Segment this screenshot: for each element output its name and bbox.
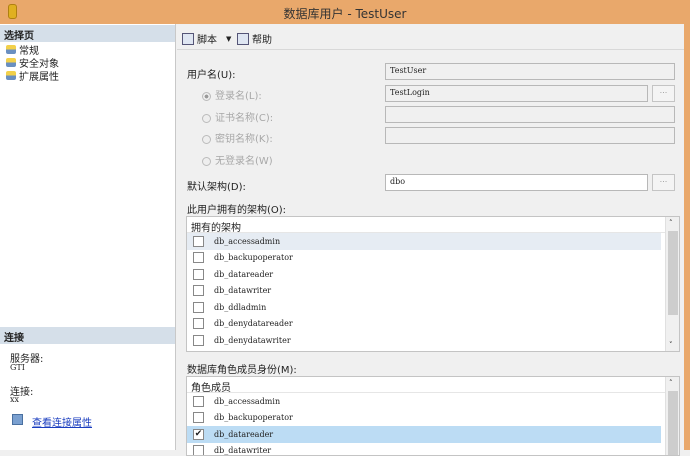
connection-properties-icon xyxy=(12,414,23,425)
item-name: db_datareader xyxy=(214,270,273,279)
owned-schemas-label: 此用户拥有的架构(O): xyxy=(187,201,286,216)
login-browse-button[interactable]: ... xyxy=(652,85,675,102)
radio-indicator xyxy=(202,114,211,123)
connection-value: xx xyxy=(10,395,19,404)
page-icon xyxy=(6,58,16,67)
item-name: db_backupoperator xyxy=(214,253,293,262)
item-name: db_denydatareader xyxy=(214,319,293,328)
list-item[interactable]: db_denydatawriter xyxy=(187,332,661,349)
scrollbar[interactable]: ˄ xyxy=(665,377,679,455)
help-icon xyxy=(237,33,249,45)
window-title: 数据库用户 - TestUser xyxy=(0,5,690,22)
default-schema-label: 默认架构(D): xyxy=(187,178,246,193)
radio-indicator xyxy=(202,157,211,166)
window-border xyxy=(684,24,690,450)
server-value: GTI xyxy=(10,363,25,372)
login-radio[interactable]: 登录名(L): xyxy=(202,87,262,102)
nologin-label: 无登录名(W) xyxy=(215,156,273,167)
left-panel: 选择页 常规 安全对象 扩展属性 连接 服务器: GTI 连接: xx 查看连接… xyxy=(0,24,176,450)
scroll-thumb[interactable] xyxy=(668,231,678,315)
role-membership-list: 角色成员 db_accessadmin db_backupoperator ✔ db_… xyxy=(186,376,680,456)
username-label: 用户名(U): xyxy=(187,66,236,81)
item-name: db_datawriter xyxy=(214,286,271,295)
scroll-up-icon[interactable]: ˄ xyxy=(669,219,673,227)
key-radio[interactable]: 密钥名称(K): xyxy=(202,130,273,145)
page-icon xyxy=(6,71,16,80)
toolbar: 脚本 ▼ 帮助 xyxy=(177,26,684,50)
item-name: db_denydatawriter xyxy=(214,336,291,345)
checkbox[interactable] xyxy=(193,445,204,456)
item-name: db_datawriter xyxy=(214,446,271,455)
item-name: db_backupoperator xyxy=(214,413,293,422)
checkbox[interactable] xyxy=(193,236,204,247)
help-button[interactable]: 帮助 xyxy=(237,31,272,46)
radio-indicator xyxy=(202,135,211,144)
script-icon xyxy=(182,33,194,45)
nologin-radio[interactable]: 无登录名(W) xyxy=(202,152,273,167)
page-label: 扩展属性 xyxy=(19,68,59,83)
page-icon xyxy=(6,45,16,54)
script-label: 脚本 xyxy=(197,31,217,46)
checkbox[interactable] xyxy=(193,335,204,346)
list-item[interactable]: db_accessadmin xyxy=(187,393,661,410)
key-input[interactable] xyxy=(385,127,675,144)
select-page-header: 选择页 xyxy=(0,25,175,42)
login-label: 登录名(L): xyxy=(215,91,262,102)
view-connection-properties-link[interactable]: 查看连接属性 xyxy=(32,414,92,429)
connection-header: 连接 xyxy=(0,327,175,344)
scrollbar[interactable]: ˄˅ xyxy=(665,217,679,351)
cert-input[interactable] xyxy=(385,106,675,123)
owned-schemas-list: 拥有的架构 db_accessadmin db_backupoperator db_… xyxy=(186,216,680,352)
cert-label: 证书名称(C): xyxy=(215,113,273,124)
page-extended-properties[interactable]: 扩展属性 xyxy=(6,68,59,83)
scroll-thumb[interactable] xyxy=(668,391,678,456)
help-label: 帮助 xyxy=(252,31,272,46)
list-item[interactable]: db_denydatareader xyxy=(187,316,661,333)
item-name: db_accessadmin xyxy=(214,397,280,406)
title-bar: 数据库用户 - TestUser xyxy=(0,0,690,24)
chevron-down-icon[interactable]: ▼ xyxy=(226,35,231,43)
list-item[interactable]: db_datawriter xyxy=(187,283,661,300)
default-schema-input[interactable]: dbo xyxy=(385,174,648,191)
list-item[interactable]: db_datawriter xyxy=(187,443,661,456)
radio-indicator xyxy=(202,92,211,101)
scroll-down-icon[interactable]: ˅ xyxy=(669,341,673,349)
checkbox[interactable] xyxy=(193,252,204,263)
key-label: 密钥名称(K): xyxy=(215,134,273,145)
item-name: db_datareader xyxy=(214,430,273,439)
checkbox[interactable] xyxy=(193,285,204,296)
list-item[interactable]: db_backupoperator xyxy=(187,250,661,267)
item-name: db_accessadmin xyxy=(214,237,280,246)
checkbox[interactable] xyxy=(193,412,204,423)
schema-browse-button[interactable]: ... xyxy=(652,174,675,191)
item-name: db_ddladmin xyxy=(214,303,266,312)
role-membership-header: 角色成员 xyxy=(187,377,679,393)
script-button[interactable]: 脚本 ▼ xyxy=(182,31,231,46)
login-input[interactable]: TestLogin xyxy=(385,85,648,102)
checkbox[interactable] xyxy=(193,269,204,280)
list-item[interactable]: db_backupoperator xyxy=(187,410,661,427)
cert-radio[interactable]: 证书名称(C): xyxy=(202,109,273,124)
checkbox[interactable] xyxy=(193,396,204,407)
owned-schemas-header: 拥有的架构 xyxy=(187,217,679,233)
list-item[interactable]: ✔ db_datareader xyxy=(187,426,661,443)
list-item[interactable]: db_ddladmin xyxy=(187,299,661,316)
scroll-up-icon[interactable]: ˄ xyxy=(669,379,673,387)
list-item[interactable]: db_datareader xyxy=(187,266,661,283)
checkbox[interactable] xyxy=(193,318,204,329)
list-item[interactable]: db_accessadmin xyxy=(187,233,661,250)
username-input[interactable]: TestUser xyxy=(385,63,675,80)
checkbox[interactable] xyxy=(193,302,204,313)
role-membership-label: 数据库角色成员身份(M): xyxy=(187,361,297,376)
checkbox[interactable]: ✔ xyxy=(193,429,204,440)
